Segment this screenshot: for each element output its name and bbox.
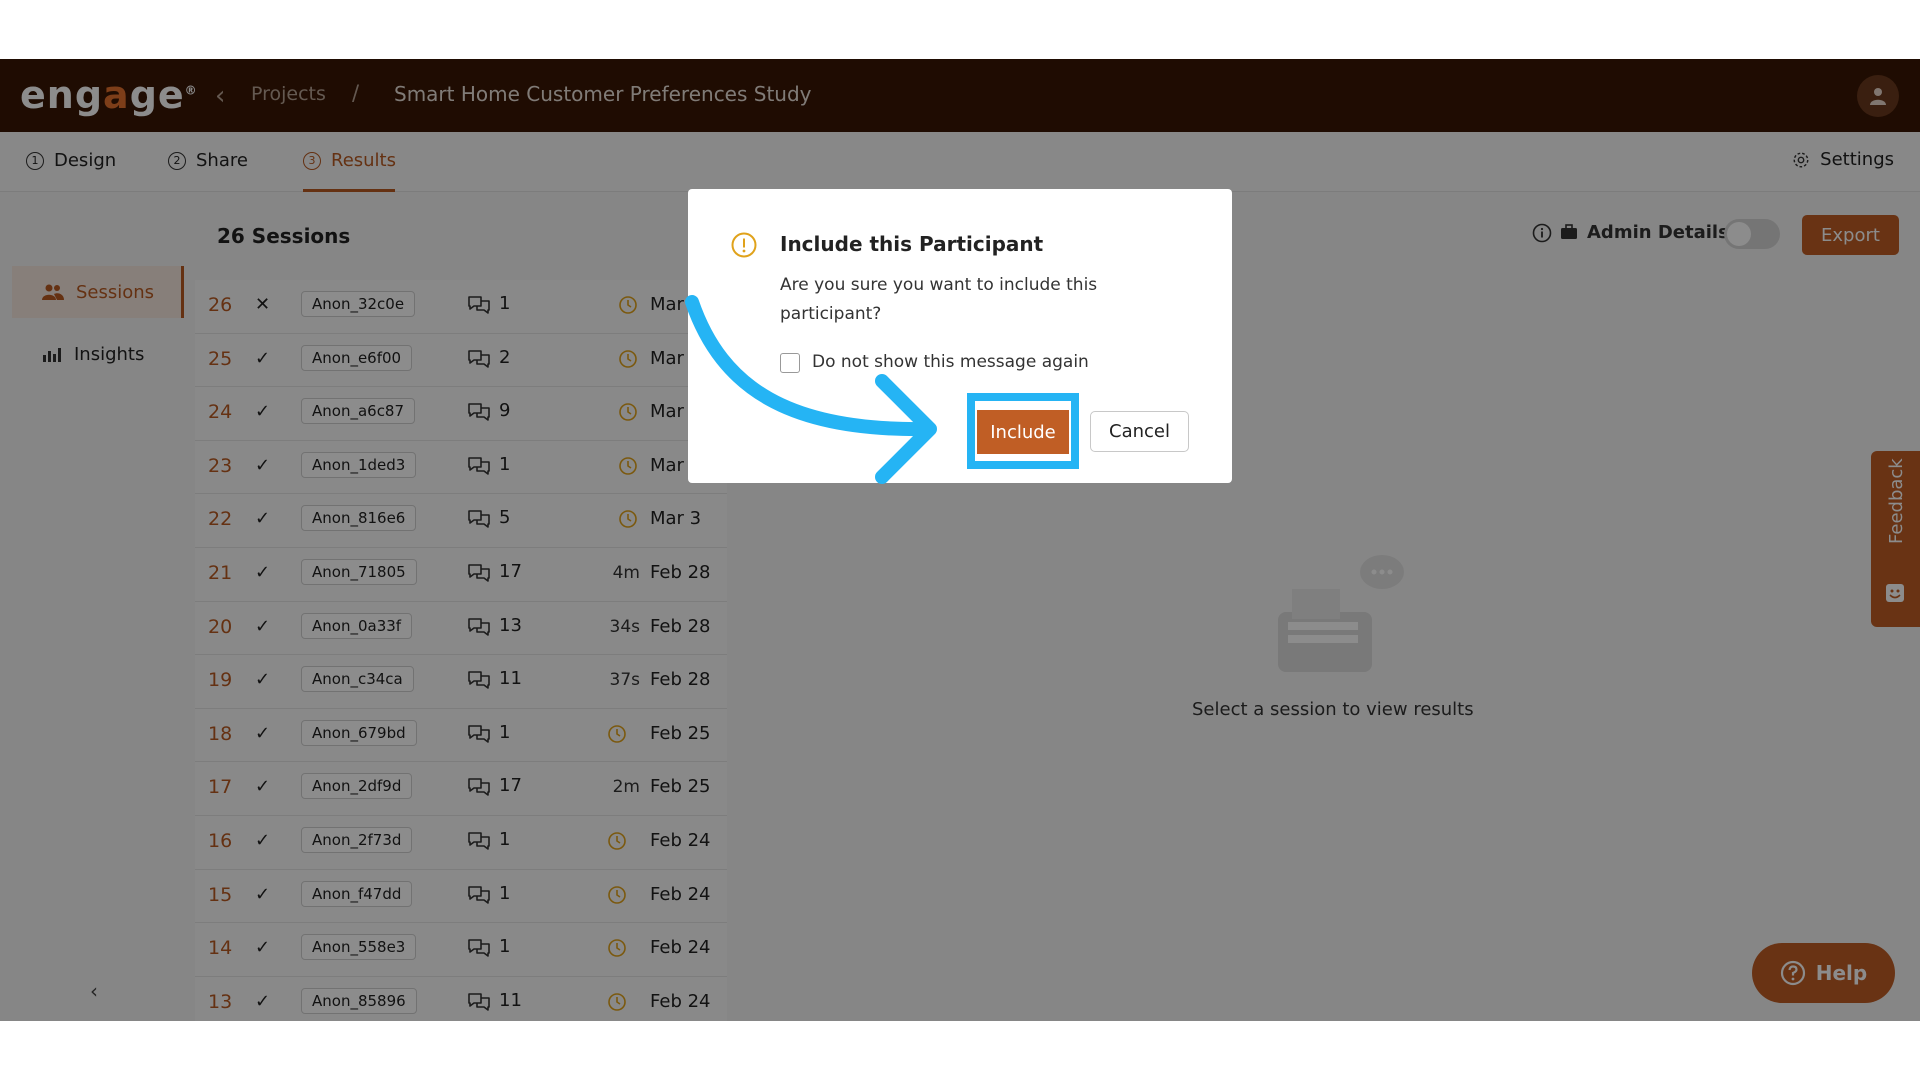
dont-show-again-label[interactable]: Do not show this message again bbox=[812, 352, 1089, 372]
dialog-title: Include this Participant bbox=[780, 232, 1044, 256]
include-button[interactable]: Include bbox=[977, 410, 1069, 454]
warning-icon bbox=[731, 232, 757, 258]
dont-show-again-checkbox[interactable] bbox=[780, 353, 800, 373]
cancel-button[interactable]: Cancel bbox=[1090, 411, 1189, 452]
app-frame: engage® ‹ Projects / Smart Home Customer… bbox=[0, 59, 1920, 1021]
include-participant-dialog: Include this Participant Are you sure yo… bbox=[688, 189, 1232, 483]
dialog-message: Are you sure you want to include this pa… bbox=[780, 275, 1098, 324]
